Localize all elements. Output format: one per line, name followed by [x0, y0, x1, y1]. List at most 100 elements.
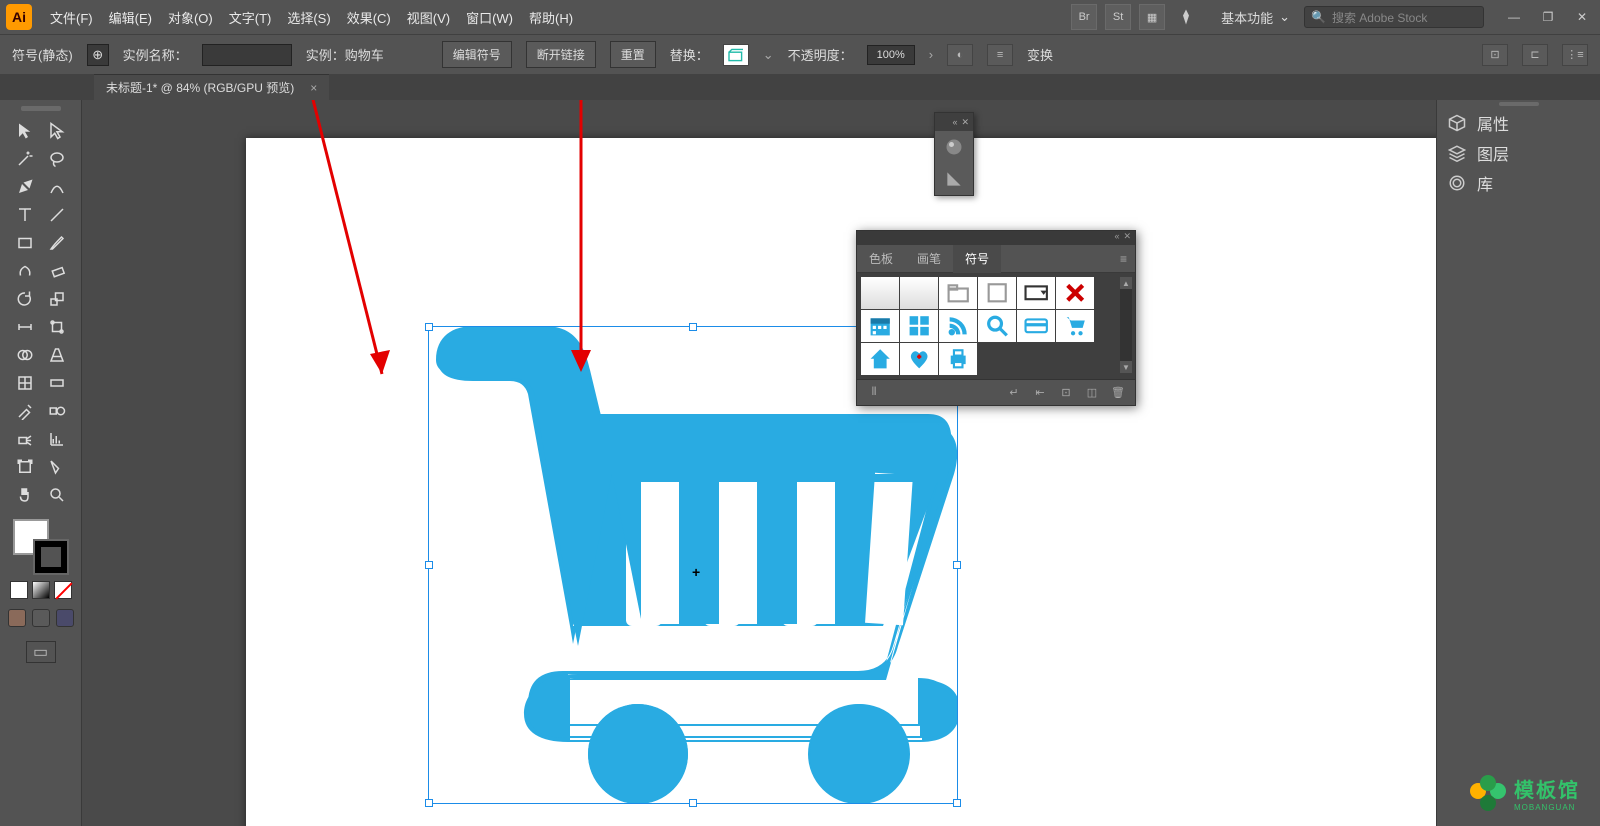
edit-symbol-button[interactable]: 编辑符号 — [442, 41, 512, 68]
color-none-icon[interactable] — [54, 581, 72, 599]
symbol-thumb-calendar[interactable] — [861, 310, 899, 342]
arrange-docs-icon[interactable]: ▦ — [1139, 4, 1165, 30]
break-link-icon[interactable]: ⇤ — [1029, 384, 1051, 402]
paintbrush-tool-icon[interactable] — [41, 229, 73, 257]
screen-mode-icon[interactable]: ▭ — [26, 641, 56, 663]
line-tool-icon[interactable] — [41, 201, 73, 229]
tab-close-icon[interactable]: × — [310, 81, 317, 95]
instance-name-input[interactable] — [202, 44, 292, 66]
registration-point-icon[interactable]: ⊕ — [87, 44, 109, 66]
magic-wand-tool-icon[interactable] — [9, 145, 41, 173]
zoom-tool-icon[interactable] — [41, 481, 73, 509]
bridge-icon[interactable]: Br — [1071, 4, 1097, 30]
lasso-tool-icon[interactable] — [41, 145, 73, 173]
break-link-button[interactable]: 断开链接 — [526, 41, 596, 68]
new-symbol-icon[interactable]: ◫ — [1081, 384, 1103, 402]
shape-builder-tool-icon[interactable] — [9, 341, 41, 369]
symbol-library-icon[interactable]: ⫴ — [863, 384, 885, 402]
stock-icon[interactable]: St — [1105, 4, 1131, 30]
selection-handle[interactable] — [425, 323, 433, 331]
symbol-thumb-home[interactable] — [861, 343, 899, 375]
stroke-color-box[interactable] — [33, 539, 69, 575]
draw-inside-icon[interactable] — [56, 609, 74, 627]
menu-icon[interactable]: ⋮≡ — [1562, 44, 1588, 66]
dock-item-库[interactable]: 库 — [1437, 168, 1600, 198]
scroll-up-icon[interactable]: ▲ — [1120, 277, 1132, 289]
symbol-thumb-box[interactable] — [978, 277, 1016, 309]
outline-icon[interactable]: ⊏ — [1522, 44, 1548, 66]
symbol-thumb-print[interactable] — [939, 343, 977, 375]
perspective-tool-icon[interactable] — [41, 341, 73, 369]
search-adobe-stock[interactable]: 🔍 搜索 Adobe Stock — [1304, 6, 1484, 28]
symbol-thumb-search[interactable] — [978, 310, 1016, 342]
dock-handle[interactable] — [1437, 100, 1600, 108]
replace-symbol-thumb[interactable] — [723, 44, 749, 66]
symbol-thumb-thumb-gray[interactable] — [900, 277, 938, 309]
symbol-thumb-thumb-gray[interactable] — [861, 277, 899, 309]
rectangle-tool-icon[interactable] — [9, 229, 41, 257]
selection-tool-icon[interactable] — [9, 117, 41, 145]
delete-symbol-icon[interactable]: 🗑 — [1107, 384, 1129, 402]
graph-tool-icon[interactable] — [41, 425, 73, 453]
curvature-tool-icon[interactable] — [41, 173, 73, 201]
document-tab[interactable]: 未标题-1* @ 84% (RGB/GPU 预览) × — [94, 74, 329, 100]
gpu-rocket-icon[interactable] — [1173, 4, 1199, 30]
isolate-icon[interactable]: ⊡ — [1482, 44, 1508, 66]
place-symbol-icon[interactable]: ↵ — [1003, 384, 1025, 402]
recolor-icon[interactable]: ◐ — [947, 44, 973, 66]
symbol-options-icon[interactable]: ⊡ — [1055, 384, 1077, 402]
symbol-thumb-heart[interactable] — [900, 343, 938, 375]
menu-item[interactable]: 编辑(E) — [101, 4, 160, 31]
align-icon[interactable]: ≡ — [987, 44, 1013, 66]
draw-behind-icon[interactable] — [32, 609, 50, 627]
symbol-thumb-cart[interactable] — [1056, 310, 1094, 342]
symbol-thumb-folder[interactable] — [939, 277, 977, 309]
panel-scrollbar[interactable]: ▲ ▼ — [1120, 277, 1132, 373]
opacity-input[interactable]: 100% — [867, 45, 915, 65]
fill-stroke-control[interactable] — [13, 519, 69, 575]
reset-button[interactable]: 重置 — [610, 41, 656, 68]
opacity-arrow-icon[interactable]: › — [929, 47, 933, 62]
direct-selection-tool-icon[interactable] — [41, 117, 73, 145]
tab-brushes[interactable]: 画笔 — [905, 245, 953, 273]
dock-item-图层[interactable]: 图层 — [1437, 138, 1600, 168]
restore-icon[interactable]: ❐ — [1536, 5, 1560, 29]
blend-tool-icon[interactable] — [41, 397, 73, 425]
workspace-selector[interactable]: 基本功能 ⌄ — [1215, 8, 1296, 27]
menu-item[interactable]: 效果(C) — [339, 4, 399, 31]
symbol-thumb-x[interactable] — [1056, 277, 1094, 309]
type-tool-icon[interactable] — [9, 201, 41, 229]
selection-handle[interactable] — [425, 561, 433, 569]
rotate-tool-icon[interactable] — [9, 285, 41, 313]
color-guide-icon[interactable] — [935, 163, 973, 195]
symbol-thumb-rss[interactable] — [939, 310, 977, 342]
canvas-area[interactable]: + «✕ «✕ 色板 — [82, 100, 1436, 826]
eyedropper-tool-icon[interactable] — [9, 397, 41, 425]
toolbox-handle[interactable] — [21, 106, 61, 111]
selection-handle[interactable] — [689, 799, 697, 807]
mesh-tool-icon[interactable] — [9, 369, 41, 397]
symbol-thumb-card[interactable] — [1017, 310, 1055, 342]
selection-handle[interactable] — [953, 561, 961, 569]
pen-tool-icon[interactable] — [9, 173, 41, 201]
symbol-thumb-dropdown[interactable] — [1017, 277, 1055, 309]
color-gradient-icon[interactable] — [32, 581, 50, 599]
tab-symbols[interactable]: 符号 — [953, 245, 1001, 273]
tab-swatches[interactable]: 色板 — [857, 245, 905, 273]
scale-tool-icon[interactable] — [41, 285, 73, 313]
panel-header[interactable]: «✕ — [857, 231, 1135, 245]
artboard-tool-icon[interactable] — [9, 453, 41, 481]
close-icon[interactable]: ✕ — [1570, 5, 1594, 29]
symbol-thumb-thumbs[interactable] — [900, 310, 938, 342]
scroll-down-icon[interactable]: ▼ — [1120, 361, 1132, 373]
draw-normal-icon[interactable] — [8, 609, 26, 627]
color-solid-icon[interactable] — [10, 581, 28, 599]
selection-handle[interactable] — [953, 799, 961, 807]
gradient-tool-icon[interactable] — [41, 369, 73, 397]
free-transform-tool-icon[interactable] — [41, 313, 73, 341]
menu-item[interactable]: 窗口(W) — [458, 4, 521, 31]
color-panel-icon[interactable] — [935, 131, 973, 163]
dock-item-属性[interactable]: 属性 — [1437, 108, 1600, 138]
selection-handle[interactable] — [689, 323, 697, 331]
symbol-sprayer-tool-icon[interactable] — [9, 425, 41, 453]
